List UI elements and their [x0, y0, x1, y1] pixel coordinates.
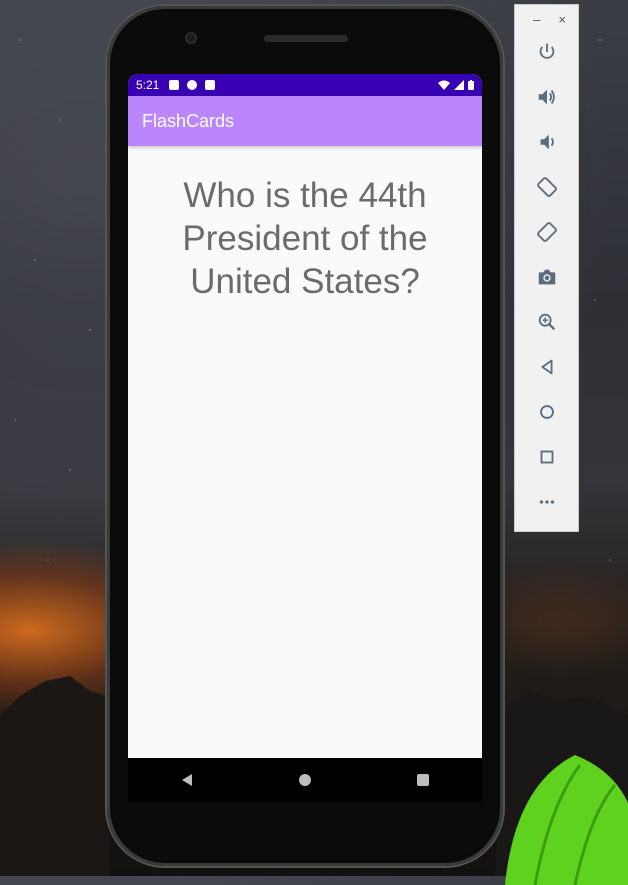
app-title: FlashCards: [142, 110, 235, 131]
back-button[interactable]: [515, 344, 578, 389]
zoom-icon: [538, 313, 555, 330]
emulator-side-panel: – ×: [514, 4, 579, 532]
rotate-left-icon: [536, 176, 557, 197]
status-time: 5:21: [136, 78, 160, 92]
close-button[interactable]: ×: [558, 12, 566, 29]
home-icon: [539, 404, 554, 419]
screenshot-button[interactable]: [515, 254, 578, 299]
device-screen: 5:21 FlashCards Who is the 44th Presiden…: [128, 74, 482, 758]
battery-icon: [468, 80, 474, 90]
notification-play-icon: [187, 80, 198, 90]
minimize-button[interactable]: –: [533, 12, 540, 29]
notification-a-icon: [169, 80, 180, 90]
navigation-bar: [128, 758, 482, 802]
home-button[interactable]: [515, 389, 578, 434]
overview-icon: [540, 450, 553, 463]
earpiece-speaker: [264, 35, 348, 42]
zoom-button[interactable]: [515, 299, 578, 344]
app-bar: FlashCards: [128, 96, 482, 146]
flashcard[interactable]: Who is the 44th President of the United …: [128, 146, 482, 303]
volume-up-icon: [538, 89, 555, 104]
nav-overview-icon[interactable]: [416, 773, 430, 787]
volume-up-button[interactable]: [515, 74, 578, 119]
overview-button[interactable]: [515, 434, 578, 479]
rotate-left-button[interactable]: [515, 164, 578, 209]
nav-back-icon[interactable]: [180, 773, 194, 787]
volume-down-icon: [540, 134, 554, 149]
more-button[interactable]: [515, 479, 578, 524]
sd-card-icon: [205, 80, 216, 90]
rotate-right-button[interactable]: [515, 209, 578, 254]
signal-icon: [454, 80, 464, 90]
power-button[interactable]: [515, 29, 578, 74]
rotate-right-icon: [536, 221, 557, 242]
camera-icon: [538, 269, 555, 284]
status-bar: 5:21: [128, 74, 482, 96]
tent-image: [505, 755, 628, 885]
volume-down-button[interactable]: [515, 119, 578, 164]
back-icon: [541, 359, 552, 374]
wifi-icon: [438, 80, 450, 90]
panel-window-controls: – ×: [515, 5, 578, 29]
more-icon: [539, 499, 554, 504]
nav-home-icon[interactable]: [298, 773, 312, 787]
power-icon: [539, 43, 554, 59]
front-camera: [185, 32, 197, 44]
flashcard-question[interactable]: Who is the 44th President of the United …: [155, 174, 455, 303]
